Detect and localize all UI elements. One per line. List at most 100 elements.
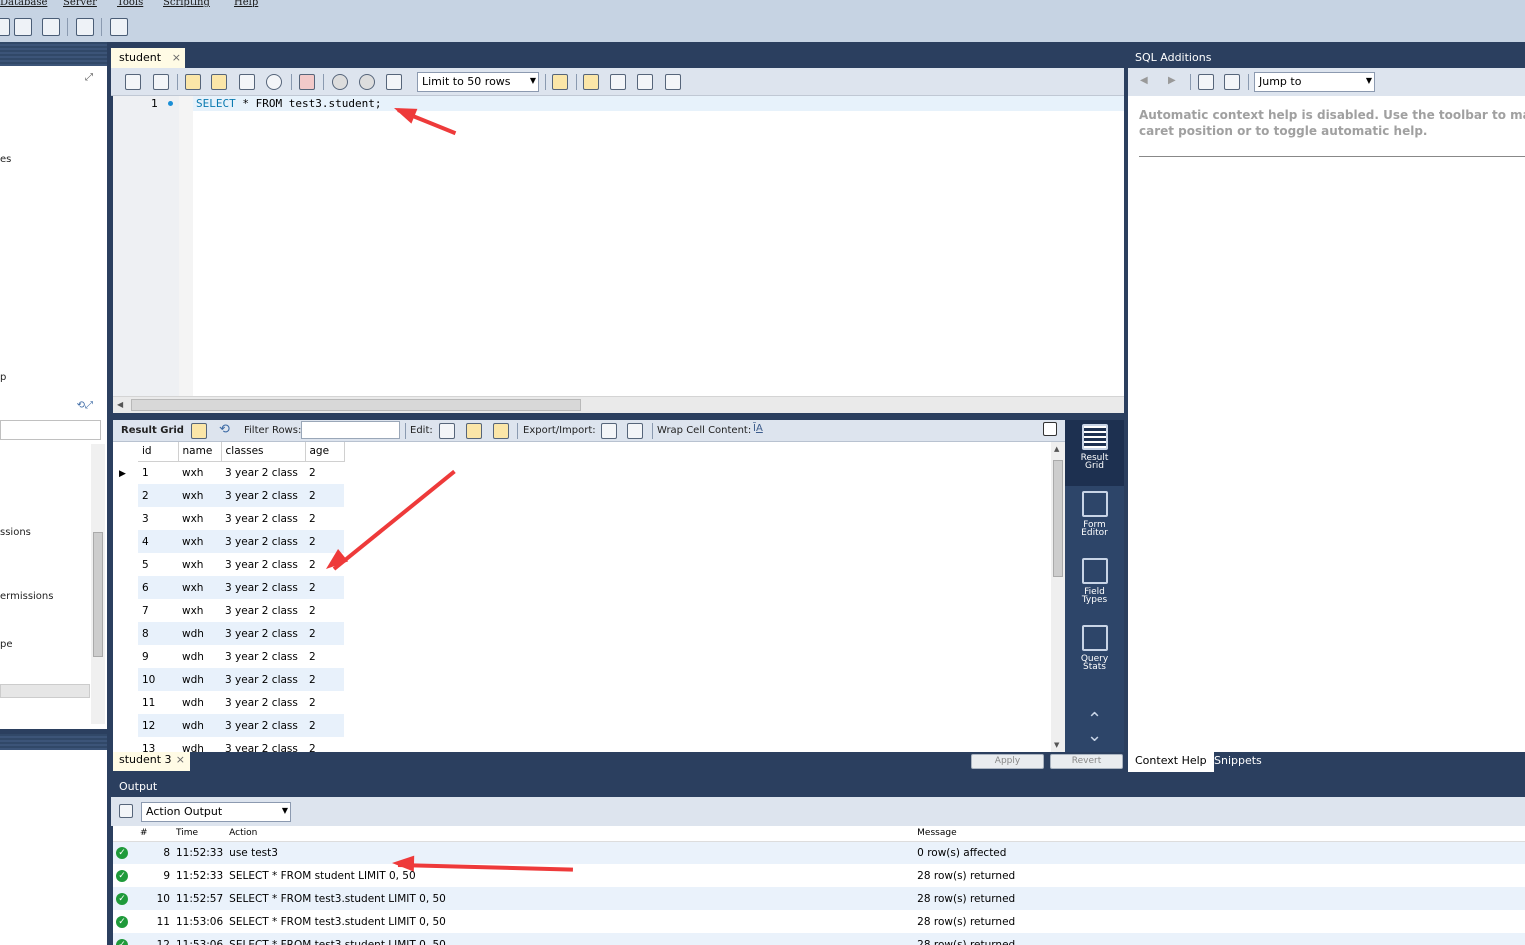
table-cell[interactable]: 3 year 2 class [221,691,305,714]
form-editor-tab[interactable]: Form Editor [1065,487,1124,553]
new-function-icon[interactable] [42,18,60,36]
execute-current-icon[interactable] [211,74,227,90]
table-row[interactable]: 5 wxh 3 year 2 class 2 [138,553,344,576]
open-file-icon[interactable] [125,74,141,90]
list-item[interactable]: ✓ 12 11:53:06 SELECT * FROM test3.student L… [113,933,1525,945]
table-cell[interactable]: wdh [178,668,221,691]
table-row[interactable]: 10 wdh 3 year 2 class 2 [138,668,344,691]
invisible-chars-icon[interactable] [637,74,653,90]
nav-item[interactable]: p [0,372,6,383]
table-cell[interactable]: 3 year 2 class [221,507,305,530]
apply-button[interactable]: Apply [971,754,1044,769]
table-cell[interactable]: 3 year 2 class [221,484,305,507]
table-cell[interactable]: 2 [305,461,344,484]
output-type-select[interactable]: Action Output ▼ [141,802,291,822]
table-cell[interactable]: 1 [138,461,178,484]
table-cell[interactable]: wxh [178,484,221,507]
table-row[interactable]: 8 wdh 3 year 2 class 2 [138,622,344,645]
insert-row-icon[interactable] [466,423,482,439]
tab-student-3[interactable]: student 3 × [113,752,190,771]
table-cell[interactable]: 10 [138,668,178,691]
table-cell[interactable]: wxh [178,599,221,622]
table-cell[interactable]: wdh [178,714,221,737]
wrap-lines-icon[interactable] [665,74,681,90]
reconnect-icon[interactable] [110,18,128,36]
table-row[interactable]: 3 wxh 3 year 2 class 2 [138,507,344,530]
table-cell[interactable]: 3 year 2 class [221,668,305,691]
commit-icon[interactable] [332,74,348,90]
table-row[interactable]: 12 wdh 3 year 2 class 2 [138,714,344,737]
tab-student[interactable]: student × [111,48,185,68]
result-grid[interactable]: id name classes age 1 wxh 3 year 2 class 2 2… [113,442,1051,752]
table-cell[interactable]: wdh [178,622,221,645]
table-cell[interactable]: 3 [138,507,178,530]
list-item[interactable]: ✓ 9 11:52:33 SELECT * FROM student LIMIT 0,… [113,864,1525,887]
table-cell[interactable]: 2 [305,622,344,645]
table-row[interactable]: 6 wxh 3 year 2 class 2 [138,576,344,599]
grid-vscroll-thumb[interactable] [1053,460,1063,577]
list-item[interactable]: ✓ 11 11:53:06 SELECT * FROM test3.student L… [113,910,1525,933]
auto-help-icon[interactable] [1224,74,1240,90]
list-item[interactable]: ✓ 8 11:52:33 use test3 0 row(s) affected [113,841,1525,864]
table-row[interactable]: 4 wxh 3 year 2 class 2 [138,530,344,553]
table-row[interactable]: 2 wxh 3 year 2 class 2 [138,484,344,507]
sql-text[interactable]: SELECT * FROM test3.student; [196,97,381,110]
column-header[interactable]: id [138,442,179,462]
rollback-icon[interactable] [359,74,375,90]
more-panels-icon[interactable]: ⌃ ⌄ [1065,711,1124,746]
wrap-cell-icon[interactable]: ĪA [753,423,769,439]
menu-scripting[interactable]: Scripting [163,0,210,8]
table-cell[interactable]: 3 year 2 class [221,461,305,484]
toggle-panel-icon[interactable] [1043,422,1057,436]
column-header[interactable]: age [305,442,345,462]
table-cell[interactable]: 3 year 2 class [221,530,305,553]
toggle-error-icon[interactable] [299,74,315,90]
table-row[interactable]: 7 wxh 3 year 2 class 2 [138,599,344,622]
query-stats-tab[interactable]: Query Stats [1065,621,1124,687]
editor-hscroll-thumb[interactable] [131,399,581,411]
grid-vscroll[interactable]: ▲ ▼ [1051,442,1065,752]
new-connection-icon[interactable] [0,18,10,36]
table-cell[interactable]: wxh [178,507,221,530]
explain-icon[interactable] [239,74,255,90]
expand-icon[interactable]: ⤢ [85,72,93,83]
table-cell[interactable]: 2 [305,714,344,737]
list-item[interactable]: ✓ 10 11:52:57 SELECT * FROM test3.student L… [113,887,1525,910]
sql-editor[interactable] [113,96,1124,396]
table-cell[interactable]: wdh [178,645,221,668]
table-cell[interactable]: 2 [305,668,344,691]
import-icon[interactable] [627,423,643,439]
tab-context-help[interactable]: Context Help [1128,752,1214,772]
result-grid-tab[interactable]: Result Grid [1065,420,1124,486]
copy-icon[interactable] [119,804,133,818]
table-cell[interactable]: wxh [178,461,221,484]
grid-view-icon[interactable] [191,423,207,439]
table-cell[interactable]: 3 year 2 class [221,737,305,753]
nav-scrollbar[interactable] [91,444,105,724]
scroll-left-icon[interactable]: ◀ [117,400,123,409]
table-cell[interactable]: 8 [138,622,178,645]
menu-server[interactable]: Server [63,0,97,8]
edit-cell-icon[interactable] [439,423,455,439]
close-icon[interactable]: × [172,51,181,64]
forward-icon[interactable]: ▶ [1168,75,1176,86]
table-cell[interactable]: 12 [138,714,178,737]
find-icon[interactable] [610,74,626,90]
scroll-up-icon[interactable]: ▲ [1054,445,1059,453]
context-help-icon[interactable] [1198,74,1214,90]
table-cell[interactable]: 2 [305,484,344,507]
field-types-tab[interactable]: Field Types [1065,554,1124,620]
editor-hscroll[interactable]: ◀ [113,396,1124,413]
table-cell[interactable]: 2 [305,737,344,753]
search-table-icon[interactable] [76,18,94,36]
back-icon[interactable]: ◀ [1140,75,1148,86]
tab-snippets[interactable]: Snippets [1214,754,1262,767]
table-cell[interactable]: 6 [138,576,178,599]
table-row[interactable]: 13 wdh 3 year 2 class 2 [138,737,344,753]
menu-help[interactable]: Help [234,0,258,8]
table-cell[interactable]: 2 [305,576,344,599]
table-cell[interactable]: wdh [178,691,221,714]
table-cell[interactable]: 13 [138,737,178,753]
delete-row-icon[interactable] [493,423,509,439]
table-cell[interactable]: 2 [305,645,344,668]
